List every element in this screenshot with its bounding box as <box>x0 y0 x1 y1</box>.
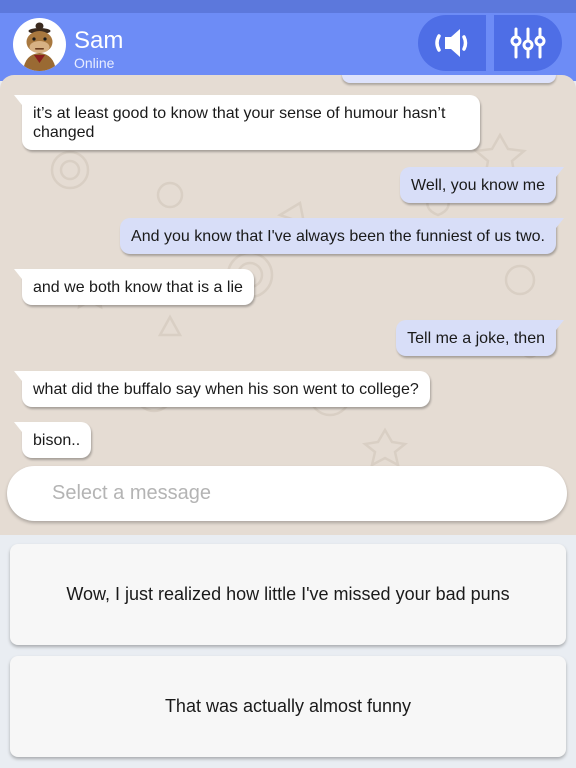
settings-button[interactable] <box>494 15 562 71</box>
message-text: Well, you know me <box>411 177 545 194</box>
contact-name: Sam <box>74 27 124 54</box>
reply-option-2[interactable]: That was actually almost funny <box>10 656 566 757</box>
bubble-tail <box>14 269 22 279</box>
chat-area[interactable]: it’s at least good to know that your sen… <box>0 75 576 535</box>
sound-toggle-button[interactable] <box>418 15 486 71</box>
bubble-tail <box>556 218 564 228</box>
bubble-tail <box>14 95 22 105</box>
bubble-tail <box>14 422 22 432</box>
reply-option-1[interactable]: Wow, I just realized how little I've mis… <box>10 544 566 645</box>
bubble-tail <box>14 371 22 381</box>
message-text: And you know that I've always been the f… <box>131 228 545 245</box>
chat-header: Sam Online <box>0 13 576 81</box>
incoming-message: bison.. <box>14 422 92 458</box>
message-text: bison.. <box>33 432 81 449</box>
speaker-icon <box>435 29 468 57</box>
incoming-message: it’s at least good to know that your sen… <box>14 95 480 150</box>
outgoing-message: And you know that I've always been the f… <box>120 218 564 254</box>
incoming-message: what did the buffalo say when his son we… <box>14 371 430 407</box>
sliders-icon <box>510 27 546 59</box>
top-status-strip <box>0 0 576 13</box>
bubble-tail <box>556 320 564 330</box>
message-input-placeholder: Select a message <box>52 482 211 504</box>
message-text: Tell me a joke, then <box>407 330 545 347</box>
incoming-message: and we both know that is a lie <box>14 269 254 305</box>
message-input[interactable]: Select a message <box>7 466 567 521</box>
message-text: it’s at least good to know that your sen… <box>33 105 446 141</box>
contact-status: Online <box>74 55 115 71</box>
contact-avatar[interactable] <box>13 18 66 71</box>
message-text: and we both know that is a lie <box>33 279 243 296</box>
message-text: what did the buffalo say when his son we… <box>33 381 419 398</box>
outgoing-message: Well, you know me <box>400 167 564 203</box>
outgoing-message: Tell me a joke, then <box>396 320 564 356</box>
bubble-tail <box>556 167 564 177</box>
previous-message-stub <box>342 75 556 83</box>
